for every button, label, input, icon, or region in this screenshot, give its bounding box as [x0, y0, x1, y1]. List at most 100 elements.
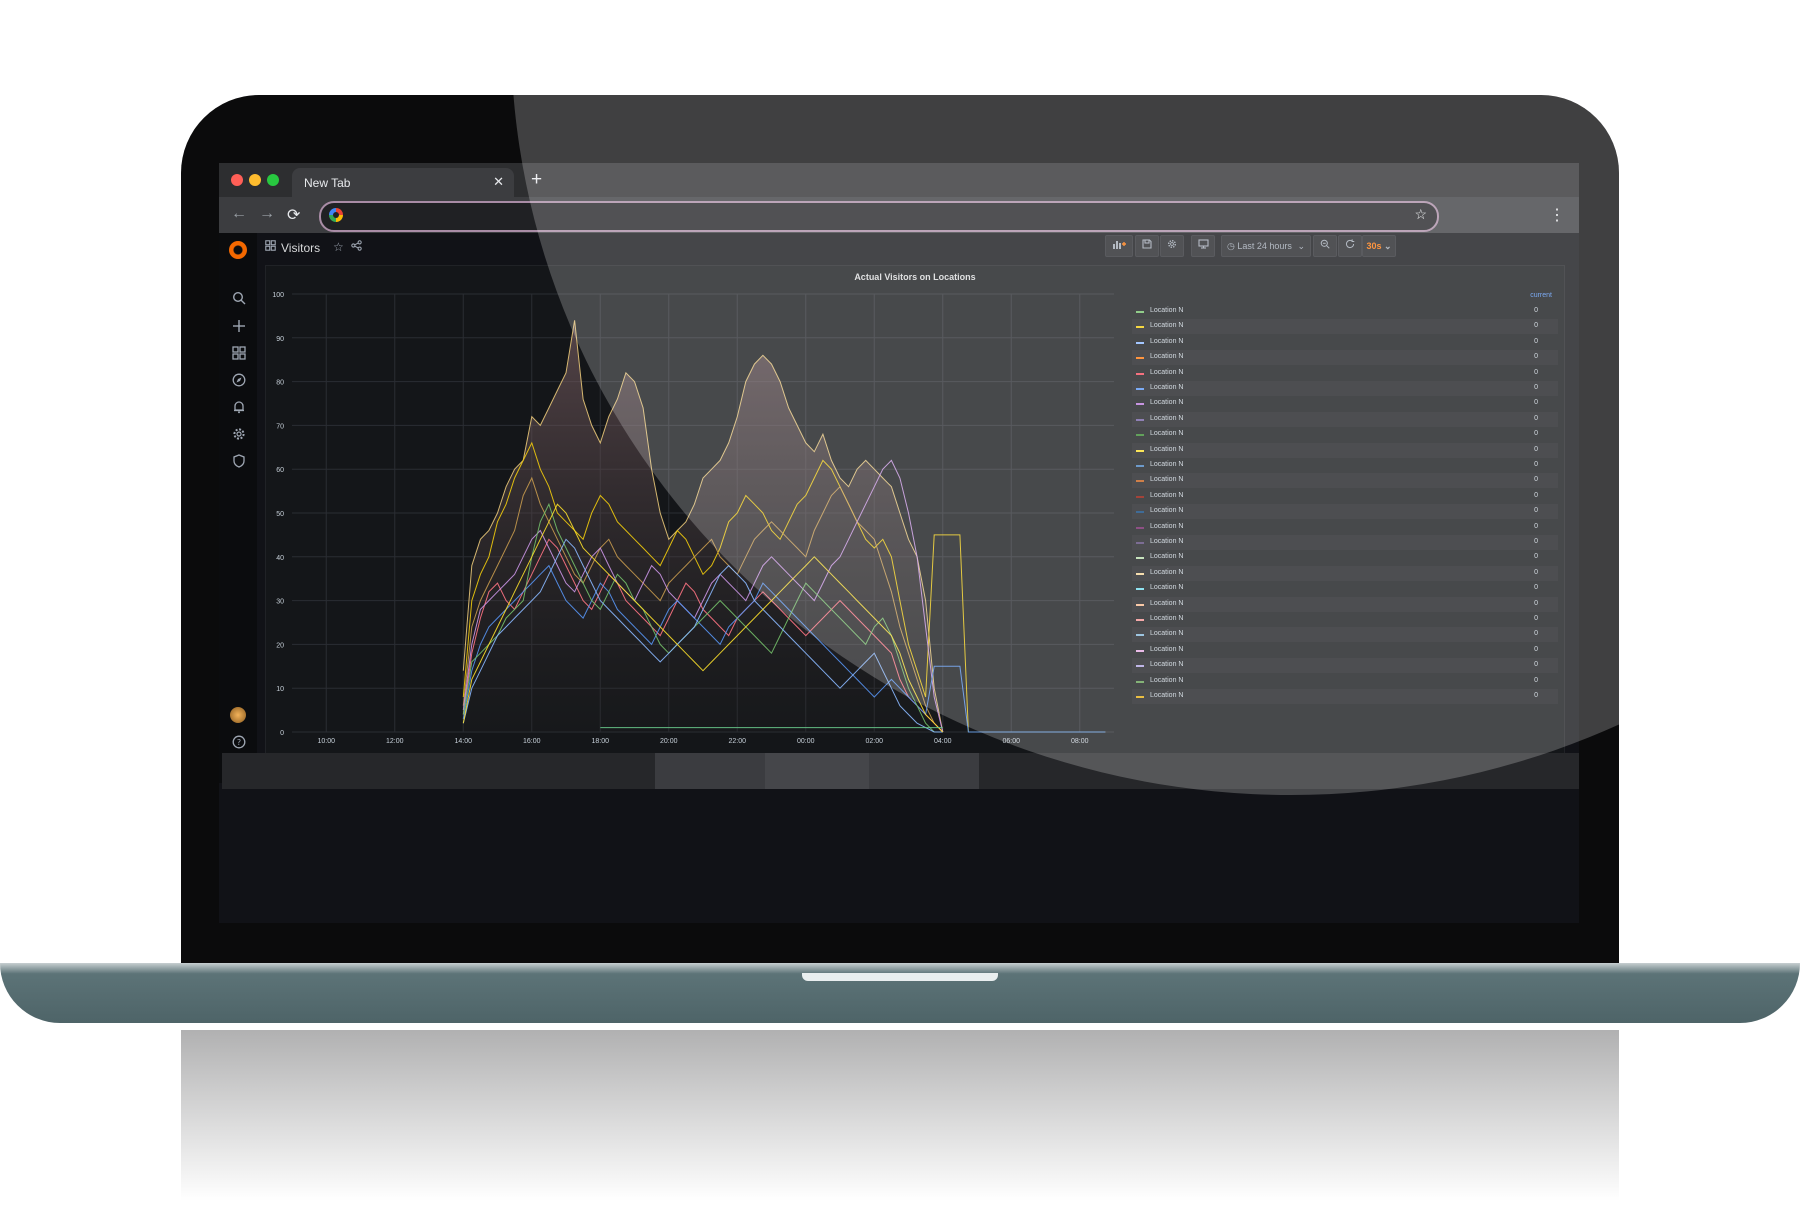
- refresh-button[interactable]: [1338, 235, 1362, 257]
- legend-value: 0: [1534, 507, 1538, 515]
- legend-item[interactable]: Location N 0: [1132, 350, 1558, 366]
- browser-tab[interactable]: New Tab ✕: [292, 168, 514, 197]
- dashboards-grid-icon[interactable]: [231, 346, 247, 362]
- legend-item[interactable]: Location N 0: [1132, 427, 1558, 442]
- legend-item[interactable]: Location N 0: [1132, 396, 1558, 411]
- y-tick-label: 70: [276, 423, 284, 430]
- legend-label: Location N: [1150, 353, 1184, 361]
- legend-swatch: [1136, 603, 1144, 606]
- legend-item[interactable]: Location N 0: [1132, 520, 1558, 535]
- legend-item[interactable]: Location N 0: [1132, 612, 1558, 627]
- legend-item[interactable]: Location N 0: [1132, 304, 1558, 319]
- laptop-notch: [802, 973, 998, 981]
- legend-item[interactable]: Location N 0: [1132, 381, 1558, 396]
- x-tick-label: 16:00: [523, 738, 541, 745]
- back-arrow-icon[interactable]: ←: [231, 205, 247, 223]
- legend-swatch: [1136, 649, 1144, 652]
- legend-item[interactable]: Location N 0: [1132, 581, 1558, 596]
- grafana-logo-icon[interactable]: [229, 241, 247, 259]
- legend-item[interactable]: Location N 0: [1132, 674, 1558, 689]
- legend-header-current[interactable]: current: [1530, 292, 1552, 299]
- configuration-gear-icon[interactable]: [231, 427, 247, 443]
- legend-item[interactable]: Location N 0: [1132, 411, 1558, 427]
- favorite-star-icon[interactable]: ☆: [333, 240, 344, 254]
- forward-arrow-icon[interactable]: →: [259, 205, 275, 223]
- legend-item[interactable]: Location N 0: [1132, 442, 1558, 458]
- legend-swatch: [1136, 526, 1144, 529]
- save-dashboard-button[interactable]: [1135, 235, 1159, 257]
- tab-close-icon[interactable]: ✕: [493, 174, 504, 190]
- new-tab-icon[interactable]: +: [531, 169, 542, 191]
- legend-label: Location N: [1150, 507, 1184, 515]
- legend-item[interactable]: Location N 0: [1132, 643, 1558, 658]
- legend-item[interactable]: Location N 0: [1132, 596, 1558, 612]
- browser-menu-icon[interactable]: ⋮: [1549, 205, 1565, 225]
- reload-icon[interactable]: ⟳: [287, 205, 300, 225]
- legend-swatch: [1136, 557, 1144, 560]
- plus-icon[interactable]: [231, 319, 247, 335]
- alerting-bell-icon[interactable]: [231, 400, 247, 416]
- legend-item[interactable]: Location N 0: [1132, 366, 1558, 381]
- explore-compass-icon[interactable]: [231, 373, 247, 389]
- y-tick-label: 0: [280, 730, 284, 737]
- legend-value: 0: [1534, 568, 1538, 576]
- minimize-window-button[interactable]: [249, 174, 261, 186]
- legend-item[interactable]: Location N 0: [1132, 627, 1558, 643]
- legend-item[interactable]: Location N 0: [1132, 689, 1558, 704]
- dashboard-nav: Visitors ☆ ◷ Last 24 hours ⌄ 30s ⌄: [265, 233, 1565, 265]
- cycle-view-mode-button[interactable]: [1191, 235, 1215, 257]
- legend-swatch: [1136, 480, 1144, 483]
- user-avatar[interactable]: [230, 707, 246, 723]
- side-menu: ?: [219, 233, 257, 783]
- refresh-interval-picker[interactable]: 30s ⌄: [1362, 235, 1396, 257]
- help-icon[interactable]: ?: [231, 735, 247, 751]
- y-tick-label: 80: [276, 380, 284, 387]
- legend-label: Location N: [1150, 491, 1184, 499]
- legend-item[interactable]: Location N 0: [1132, 458, 1558, 473]
- legend-item[interactable]: Location N 0: [1132, 319, 1558, 335]
- legend-item[interactable]: Location N 0: [1132, 489, 1558, 504]
- legend-swatch: [1136, 388, 1144, 390]
- legend-label: Location N: [1150, 599, 1184, 607]
- legend-swatch: [1136, 357, 1144, 360]
- legend-swatch: [1136, 680, 1144, 683]
- maximize-window-button[interactable]: [267, 174, 279, 186]
- google-icon: [329, 208, 343, 222]
- bottom-bar-segment: [869, 753, 979, 789]
- legend-value: 0: [1534, 553, 1538, 561]
- legend-item[interactable]: Location N 0: [1132, 535, 1558, 550]
- legend-item[interactable]: Location N 0: [1132, 565, 1558, 581]
- y-tick-label: 50: [276, 511, 284, 518]
- zoom-out-button[interactable]: [1313, 235, 1337, 257]
- shield-icon[interactable]: [231, 454, 247, 470]
- dashboard-settings-button[interactable]: [1160, 235, 1184, 257]
- legend-value: 0: [1534, 445, 1538, 453]
- close-window-button[interactable]: [231, 174, 243, 186]
- legend-item[interactable]: Location N 0: [1132, 658, 1558, 674]
- legend-value: 0: [1534, 337, 1538, 345]
- add-panel-button[interactable]: [1105, 235, 1133, 257]
- time-picker-button[interactable]: ◷ Last 24 hours ⌄: [1221, 235, 1311, 257]
- legend-value: 0: [1534, 414, 1538, 422]
- legend-value: 0: [1534, 491, 1538, 499]
- search-icon[interactable]: [231, 291, 247, 307]
- x-tick-label: 14:00: [454, 738, 472, 745]
- legend-item[interactable]: Location N 0: [1132, 473, 1558, 489]
- legend-item[interactable]: Location N 0: [1132, 335, 1558, 350]
- y-tick-label: 40: [276, 555, 284, 562]
- bookmark-star-icon[interactable]: ☆: [1414, 206, 1427, 223]
- svg-text:?: ?: [237, 738, 241, 747]
- legend-label: Location N: [1150, 322, 1184, 330]
- x-tick-label: 06:00: [1002, 738, 1020, 745]
- legend-label: Location N: [1150, 630, 1184, 638]
- dashboard-title[interactable]: Visitors: [281, 241, 320, 255]
- legend-item[interactable]: Location N 0: [1132, 504, 1558, 520]
- share-icon[interactable]: [351, 240, 362, 254]
- chevron-down-icon: ⌄: [1381, 241, 1392, 251]
- legend-swatch: [1136, 572, 1144, 575]
- address-bar[interactable]: ☆: [319, 201, 1439, 232]
- legend-value: 0: [1534, 630, 1538, 638]
- legend-label: Location N: [1150, 430, 1184, 438]
- legend-label: Location N: [1150, 414, 1184, 422]
- legend-item[interactable]: Location N 0: [1132, 550, 1558, 565]
